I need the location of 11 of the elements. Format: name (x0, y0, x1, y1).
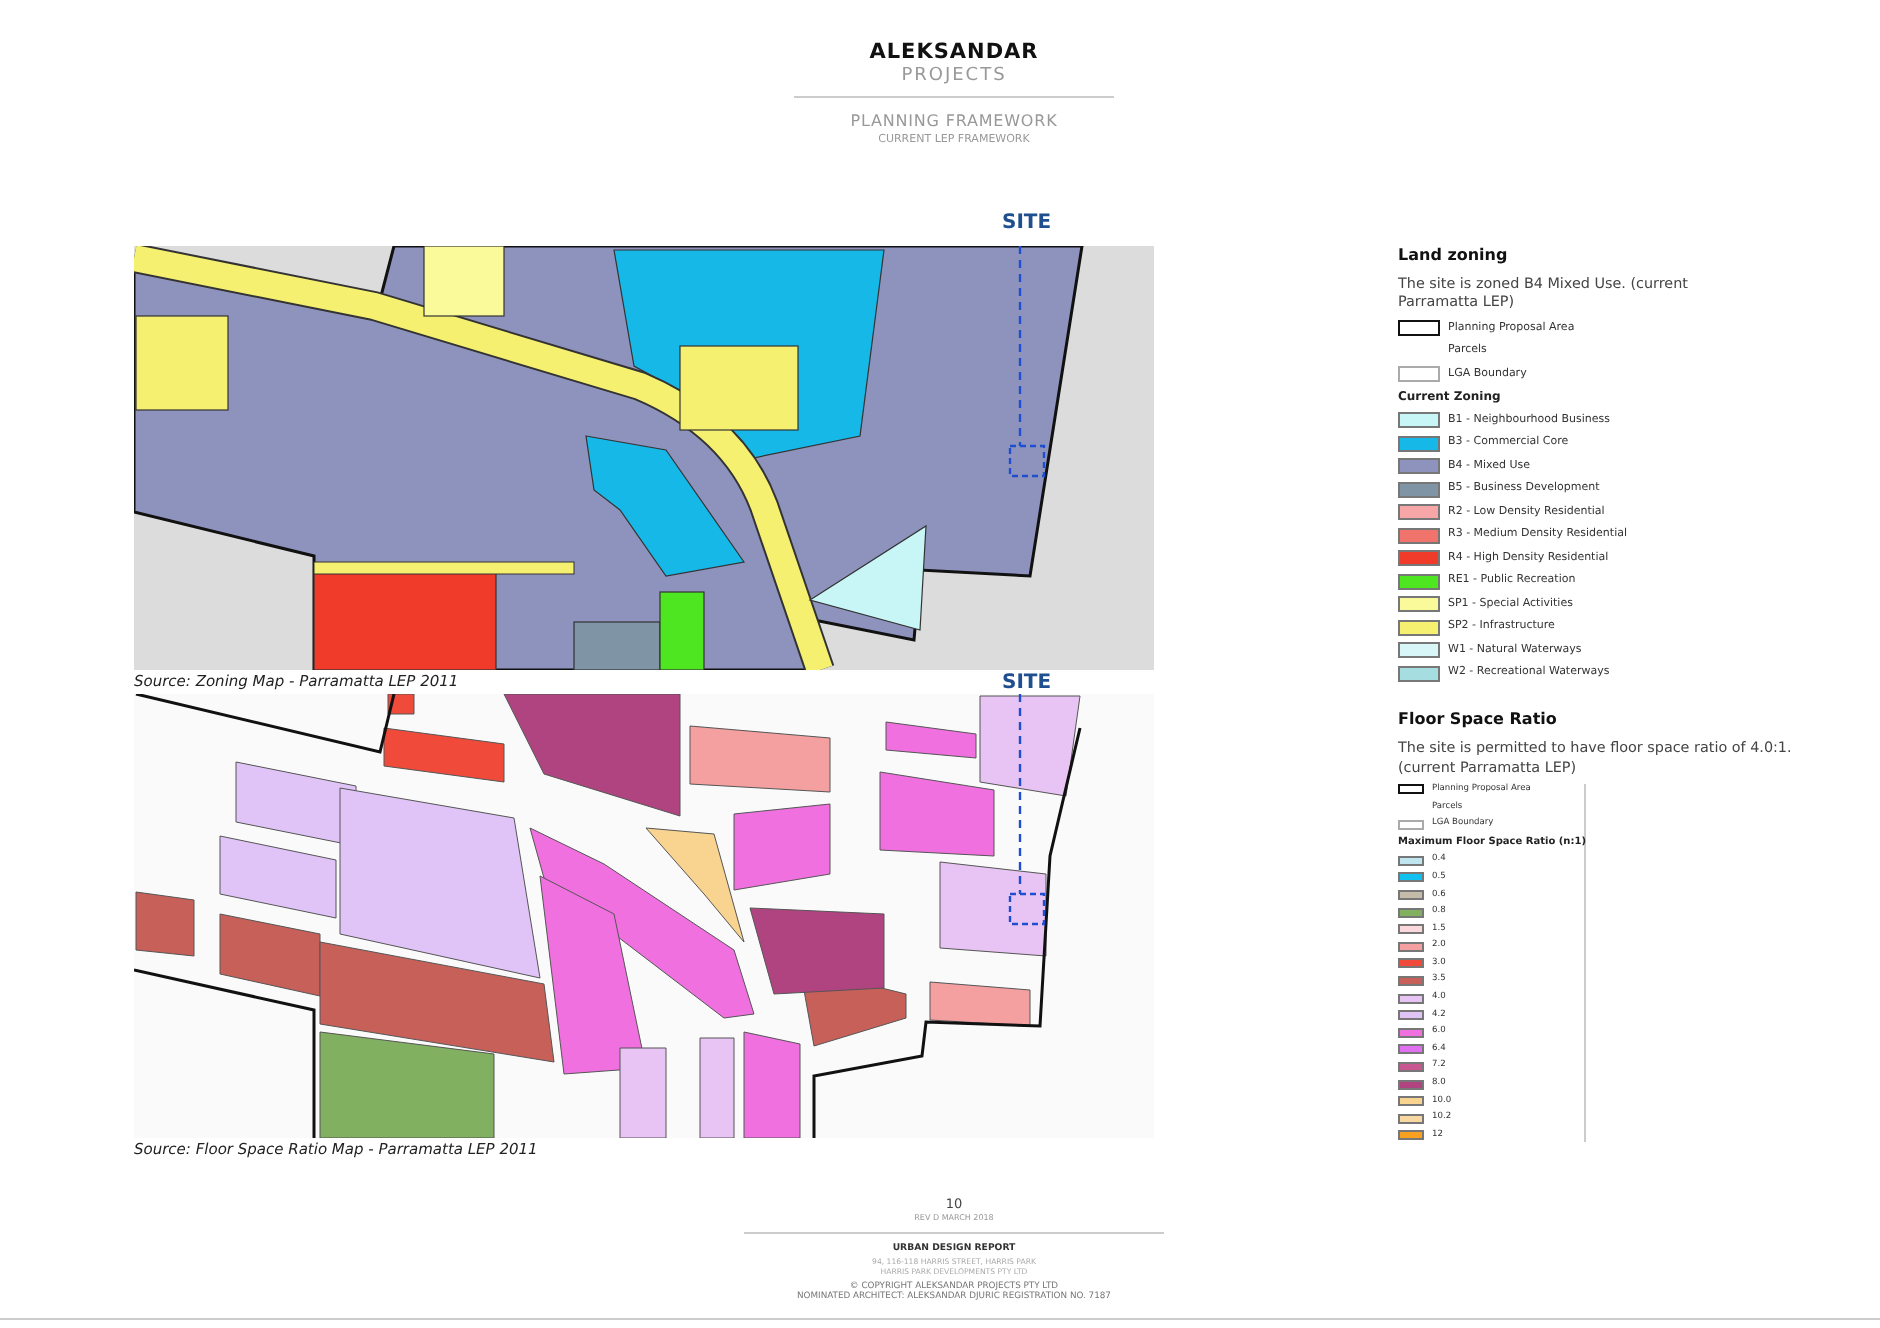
legend-heading: Floor Space Ratio (1398, 710, 1559, 729)
site-label: SITE (1002, 672, 1052, 694)
site-label: SITE (1002, 212, 1052, 234)
brand-subtitle: PROJECTS (901, 66, 1007, 86)
legend-swatch (1398, 784, 1424, 795)
legend-swatch (1398, 366, 1440, 383)
legend-heading: Land zoning (1398, 246, 1510, 264)
legend-swatch (1398, 320, 1440, 337)
page-title: PLANNING FRAMEWORK (850, 112, 1058, 130)
brand-name: ALEKSANDAR (869, 40, 1039, 64)
legend-swatch (1398, 819, 1424, 830)
